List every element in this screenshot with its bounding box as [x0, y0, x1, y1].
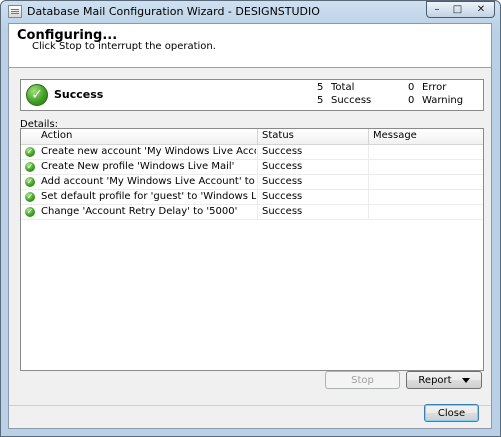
- row-status: Success: [262, 191, 303, 202]
- column-header-action[interactable]: Action: [41, 130, 72, 141]
- stop-button[interactable]: Stop: [325, 371, 400, 389]
- column-divider[interactable]: [368, 129, 369, 144]
- row-status: Success: [262, 146, 303, 157]
- row-status: Success: [262, 206, 303, 217]
- title-bar[interactable]: Database Mail Configuration Wizard - DES…: [1, 1, 500, 23]
- minimize-icon: –: [434, 4, 440, 15]
- error-count: 0: [408, 82, 415, 93]
- list-header: Action Status Message: [21, 129, 483, 145]
- report-button[interactable]: Report: [406, 371, 482, 389]
- page-subtitle: Click Stop to interrupt the operation.: [32, 41, 216, 52]
- wizard-client-area: Configuring... Click Stop to interrupt t…: [8, 23, 492, 429]
- success-check-icon: ✓: [25, 192, 35, 202]
- warning-label: Warning: [422, 95, 464, 106]
- total-count: 5: [317, 82, 324, 93]
- row-status: Success: [262, 176, 303, 187]
- error-label: Error: [422, 82, 447, 93]
- total-label: Total: [331, 82, 355, 93]
- close-icon: ✕: [476, 4, 486, 15]
- row-status: Success: [262, 161, 303, 172]
- app-icon: [8, 5, 22, 18]
- footer-divider: [9, 405, 491, 406]
- success-count: 5: [317, 95, 324, 106]
- close-button[interactable]: Close: [424, 404, 479, 422]
- chevron-down-icon: [461, 377, 470, 383]
- details-list[interactable]: Action Status Message ✓ Create new accou…: [20, 128, 484, 371]
- wizard-window: Database Mail Configuration Wizard - DES…: [0, 0, 501, 437]
- success-check-icon: ✓: [26, 84, 48, 106]
- status-summary: ✓ Success 5 Total 5 Success 0 Error 0 Wa…: [20, 79, 484, 111]
- status-label: Success: [54, 88, 104, 101]
- window-title: Database Mail Configuration Wizard - DES…: [27, 5, 320, 18]
- success-check-icon: ✓: [25, 207, 35, 217]
- row-action: Create new account 'My Windows Live Acco…: [41, 146, 256, 157]
- table-row[interactable]: ✓ Create new account 'My Windows Live Ac…: [21, 145, 483, 160]
- row-action: Create New profile 'Windows Live Mail': [41, 161, 235, 172]
- table-row[interactable]: ✓ Add account 'My Windows Live Account' …: [21, 175, 483, 190]
- row-action: Change 'Account Retry Delay' to '5000': [41, 206, 238, 217]
- table-row[interactable]: ✓ Set default profile for 'guest' to 'Wi…: [21, 190, 483, 205]
- column-divider[interactable]: [257, 129, 258, 144]
- column-header-message[interactable]: Message: [373, 130, 417, 141]
- close-window-button[interactable]: ✕: [468, 1, 495, 18]
- success-check-icon: ✓: [25, 177, 35, 187]
- maximize-icon: □: [452, 4, 463, 15]
- success-check-icon: ✓: [25, 162, 35, 172]
- row-action: Set default profile for 'guest' to 'Wind…: [41, 191, 256, 202]
- success-label: Success: [331, 95, 372, 106]
- warning-count: 0: [408, 95, 415, 106]
- success-check-icon: ✓: [25, 147, 35, 157]
- minimize-button[interactable]: –: [426, 1, 448, 18]
- table-row[interactable]: ✓ Create New profile 'Windows Live Mail'…: [21, 160, 483, 175]
- maximize-button[interactable]: □: [447, 1, 469, 18]
- row-action: Add account 'My Windows Live Account' to…: [41, 176, 256, 187]
- report-label: Report: [418, 374, 452, 386]
- column-header-status[interactable]: Status: [262, 130, 294, 141]
- wizard-header: Configuring... Click Stop to interrupt t…: [9, 24, 491, 68]
- table-row[interactable]: ✓ Change 'Account Retry Delay' to '5000'…: [21, 205, 483, 220]
